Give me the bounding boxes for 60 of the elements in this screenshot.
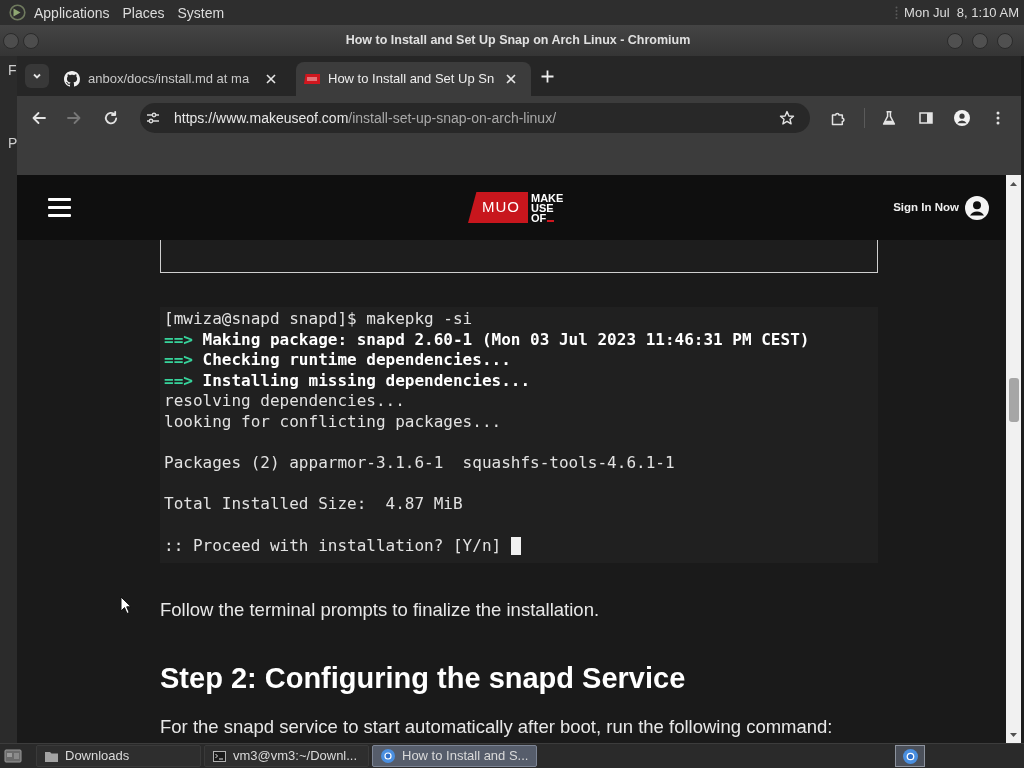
arrow-left-icon [31, 110, 47, 126]
site-menu-button[interactable] [48, 197, 71, 218]
panel-logo-icon [9, 4, 26, 21]
logo-wordmark: MAKE USE OF [531, 192, 564, 223]
tune-icon [146, 111, 160, 125]
panel-grip-icon [895, 5, 899, 20]
star-icon [779, 110, 795, 126]
scrollbar[interactable] [1006, 175, 1021, 743]
logo-mark: MUO [468, 192, 528, 223]
reload-icon [103, 110, 119, 126]
window-text: F [7, 62, 17, 78]
cat-icon [64, 71, 80, 87]
browser-tab[interactable]: How to Install and Set Up Sn [296, 62, 531, 96]
menu-item[interactable]: Places [122, 3, 165, 22]
url-text: https://www.makeuseof.com/install-set-up-snap-on-arch-linux/ [174, 109, 557, 127]
taskbar-button[interactable]: Downloads [36, 745, 201, 767]
circle-logo-icon [902, 748, 918, 764]
terminal-line: ==> Making package: snapd 2.60-1 (Mon 03 Jul 2023 11:46:31 PM CEST) [164, 329, 810, 351]
side-panel-icon [918, 110, 934, 126]
taskbar-button[interactable]: vm3@vm3:~/Downl... [204, 745, 369, 767]
taskbar-button[interactable]: How to Install and S... [372, 745, 537, 767]
window-title: How to Install and Set Up Snap on Arch Linux - Chromium [344, 32, 692, 50]
terminal-line: ==> Checking runtime dependencies... [164, 350, 511, 371]
browser-tab[interactable]: anbox/docs/install.md at ma [56, 62, 291, 96]
section-heading: Step 2: Configuring the snapd Service [160, 661, 687, 697]
menu-item[interactable]: System [177, 3, 225, 22]
person-icon [954, 110, 970, 126]
flask-icon [881, 110, 897, 126]
folder-icon [45, 750, 58, 762]
logo-tile-icon [304, 74, 320, 84]
desktop-icon [4, 748, 22, 764]
terminal-line: looking for conflicting packages... [164, 411, 502, 433]
tab-search-button[interactable] [25, 64, 49, 88]
terminal-line: Packages (2) apparmor-3.1.6-1 squashfs-tools-4.6.1-1 [164, 453, 675, 474]
scroll-thumb[interactable] [1008, 378, 1019, 422]
user-avatar-icon [965, 195, 989, 220]
plus-icon [540, 69, 554, 83]
window-text: P [7, 135, 17, 151]
body-text: For the snapd service to start automatically after boot, run the following command: [160, 715, 834, 740]
sign-in-button[interactable]: Sign In Now [893, 195, 989, 220]
menu-item[interactable]: Applications [34, 3, 110, 22]
mouse-pointer-icon [120, 596, 132, 615]
arrow-right-icon [66, 110, 82, 126]
close-icon [506, 74, 516, 84]
terminal-line: Total Installed Size: 4.87 MiB [164, 494, 463, 515]
address-field[interactable]: https://www.makeuseof.com/install-set-up-snap-on-arch-linux/ [140, 103, 810, 133]
triangle-up-icon [1010, 181, 1017, 186]
tray-button[interactable] [895, 745, 925, 767]
body-text: Follow the terminal prompts to finalize the installation. [160, 598, 601, 623]
close-icon [266, 74, 276, 84]
terminal-icon [213, 750, 226, 762]
puzzle-icon [830, 110, 846, 126]
menu-icon [48, 198, 71, 217]
terminal-line: [mwiza@snapd snapd]$ makepkg -si [164, 309, 473, 330]
terminal-line: :: Proceed with installation? [Y/n] [164, 535, 502, 557]
terminal-line: resolving dependencies... [164, 391, 405, 412]
terminal-line: ==> Installing missing dependencies... [164, 370, 531, 392]
clock: Mon Jul 8, 1:10 AM [904, 3, 1019, 22]
triangle-down-icon [1010, 732, 1017, 737]
circle-logo-icon [381, 749, 395, 763]
